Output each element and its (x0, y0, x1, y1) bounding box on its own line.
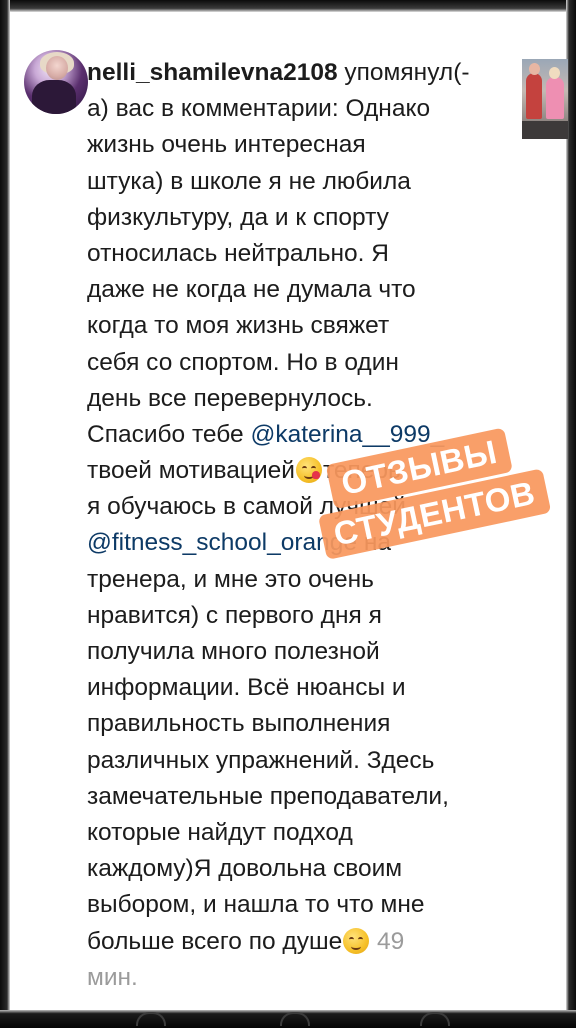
comment-line: больше всего по душе 49 (87, 924, 522, 960)
comment-text: замечательные преподаватели, (87, 782, 449, 810)
comment-text: больше всего по душе (87, 927, 343, 955)
comment-line: нравится) с первого дня я (87, 598, 522, 634)
comment-line: тренера, и мне это очень (87, 562, 522, 598)
comment-text: штука) в школе я не любила (87, 167, 411, 195)
comment-line: физкультуру, да и к спорту (87, 200, 522, 236)
comment-text: физкультуру, да и к спорту (87, 203, 389, 231)
comment-text: упомянул(- (337, 59, 470, 86)
comment-line: даже не когда не думала что (87, 272, 522, 308)
comment-text: каждому)Я довольна своим (87, 855, 403, 883)
comment-text: твоей мотивацией (87, 457, 295, 485)
device-frame-top (0, 0, 576, 12)
comment-text: Спасибо тебе (87, 420, 251, 448)
heart-icon (420, 1012, 450, 1026)
comment-text: жизнь очень интересная (87, 131, 366, 159)
comment-line: выбором, и нашла то что мне (87, 887, 522, 923)
comment-line: а) вас в комментарии: Однако (87, 91, 522, 127)
mention-link[interactable]: @katerina__999_ (250, 421, 444, 448)
comment-line: когда то моя жизнь свяжет (87, 308, 522, 344)
comment-text: выбором, и нашла то что мне (87, 891, 425, 919)
comment-line: различных упражнений. Здесь (87, 743, 522, 779)
thumbnail-floor (522, 121, 568, 139)
device-frame-right (566, 0, 576, 1028)
comment-text: которые найдут подход (87, 818, 353, 846)
comment-text: а) вас в комментарии: Однако (87, 95, 431, 123)
comment-line: день все перевернулось. (87, 381, 522, 417)
comment-line: правильность выполнения (87, 706, 522, 742)
story-screen: nelli_shamilevna2108 упомянул(- а) вас в … (0, 0, 576, 1028)
comment-line: замечательные преподаватели, (87, 779, 522, 815)
comment-line: мин. (87, 960, 522, 996)
comment-line: информации. Всё нюансы и (87, 670, 522, 706)
comment-line: штука) в школе я не любила (87, 164, 522, 200)
device-frame-left (0, 0, 10, 1028)
avatar-face (46, 56, 68, 80)
comment-text: себя со спортом. Но в один (87, 348, 399, 376)
post-thumbnail[interactable] (522, 59, 568, 139)
mention-link[interactable]: @fitness_school_orange (87, 529, 357, 556)
timestamp: 49 (370, 927, 405, 955)
comment-text: относилась нейтрально. Я (87, 239, 389, 267)
comment-line: относилась нейтрально. Я (87, 236, 522, 272)
comment-text: нравится) с первого дня я (87, 601, 382, 629)
comment-line: каждому)Я довольна своим (87, 851, 522, 887)
comment-text: получила много полезной (87, 638, 380, 665)
search-icon (280, 1012, 310, 1026)
avatar-body (32, 80, 76, 114)
thumbnail-person-2 (546, 77, 564, 119)
comment-text: различных упражнений. Здесь (87, 746, 435, 774)
device-frame-bottom (0, 1010, 576, 1028)
timestamp: мин. (87, 963, 138, 991)
comment-line: себя со спортом. Но в один (87, 345, 522, 381)
comment-text: информации. Всё нюансы и (87, 674, 406, 702)
wink-emoji-icon (343, 927, 370, 954)
comment-text: день все перевернулось. (87, 384, 373, 412)
comment-text: даже не когда не думала что (87, 276, 416, 304)
thumbnail-head-2 (549, 67, 560, 79)
username-link[interactable]: nelli_shamilevna2108 (87, 59, 338, 86)
comment-text: правильность выполнения (87, 710, 391, 738)
comment-line: которые найдут подход (87, 815, 522, 851)
comment-text: тренера, и мне это очень (87, 565, 374, 593)
comment-line: получила много полезной (87, 634, 522, 670)
home-icon (136, 1012, 166, 1026)
comment-text: когда то моя жизнь свяжет (87, 312, 390, 340)
thumbnail-head-1 (529, 63, 540, 75)
comment-line: nelli_shamilevna2108 упомянул(- (87, 55, 522, 91)
thumbnail-person-1 (526, 73, 542, 119)
user-avatar[interactable] (24, 50, 88, 114)
comment-line: жизнь очень интересная (87, 127, 522, 163)
